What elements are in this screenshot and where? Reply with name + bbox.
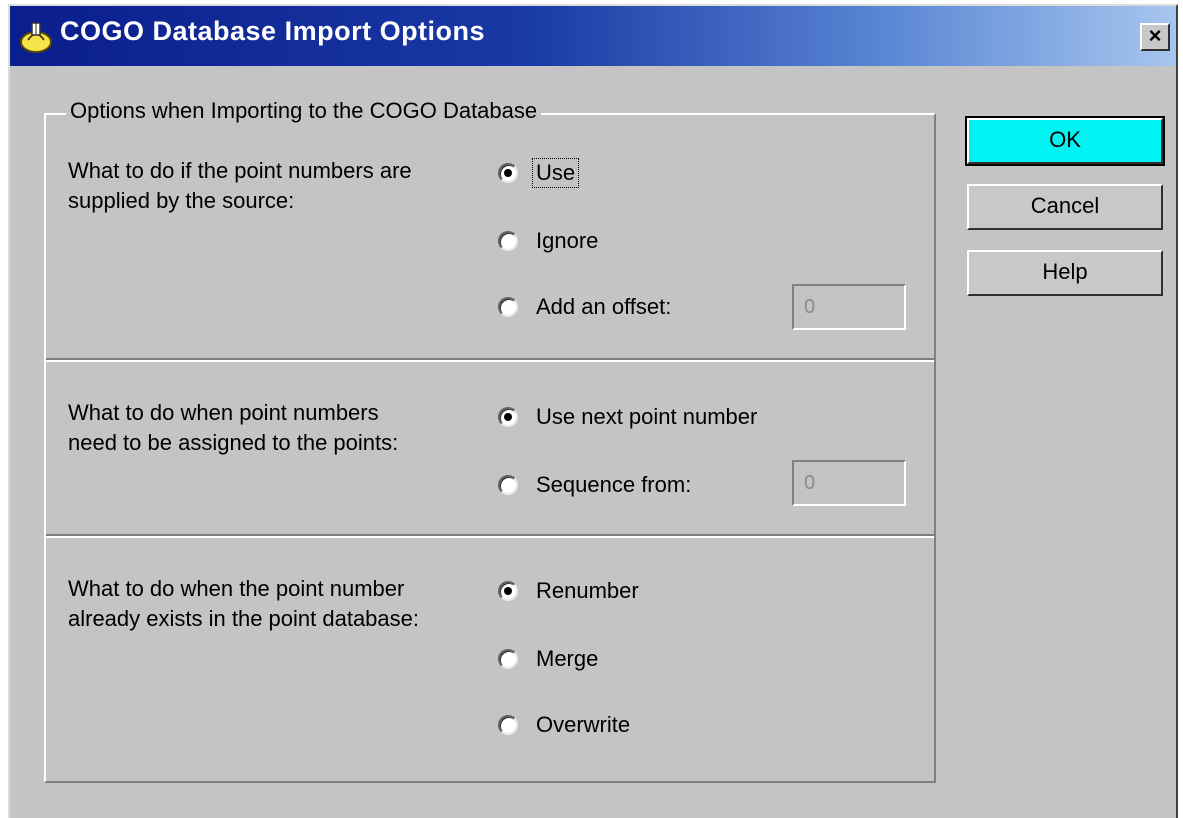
sequence-from-input[interactable]	[792, 460, 906, 506]
ok-button[interactable]: OK	[965, 116, 1165, 166]
radio-add-offset[interactable]: Add an offset:	[498, 294, 673, 320]
cogo-app-icon	[20, 22, 52, 53]
radio-label[interactable]: Use next point number	[534, 404, 759, 430]
radio-label[interactable]: Renumber	[534, 578, 641, 604]
radio-label[interactable]: Use	[531, 158, 580, 188]
radio-button[interactable]	[498, 649, 518, 669]
group-title: Options when Importing to the COGO Datab…	[66, 98, 542, 124]
radio-button[interactable]	[498, 407, 518, 427]
assign-numbers-question: What to do when point numbers need to be…	[68, 398, 398, 458]
radio-button[interactable]	[498, 231, 518, 251]
question-line: already exists in the point database:	[68, 606, 420, 631]
close-button[interactable]: ×	[1140, 23, 1170, 51]
radio-button[interactable]	[498, 715, 518, 735]
radio-renumber[interactable]: Renumber	[498, 578, 641, 604]
radio-label[interactable]: Add an offset:	[534, 294, 673, 320]
question-line: need to be assigned to the points:	[68, 430, 399, 455]
existing-number-question: What to do when the point number already…	[68, 574, 419, 634]
radio-use-next-point-number[interactable]: Use next point number	[498, 404, 759, 430]
help-button[interactable]: Help	[967, 250, 1163, 296]
question-line: What to do if the point numbers are	[68, 158, 412, 183]
radio-ignore[interactable]: Ignore	[498, 228, 600, 254]
cancel-button[interactable]: Cancel	[967, 184, 1163, 230]
offset-input[interactable]	[792, 284, 906, 330]
question-line: What to do when point numbers	[68, 400, 379, 425]
radio-merge[interactable]: Merge	[498, 646, 600, 672]
radio-overwrite[interactable]: Overwrite	[498, 712, 632, 738]
section-divider	[46, 358, 934, 362]
radio-label[interactable]: Merge	[534, 646, 600, 672]
radio-label[interactable]: Sequence from:	[534, 472, 693, 498]
radio-label[interactable]: Ignore	[534, 228, 600, 254]
import-options-dialog: COGO Database Import Options × Options w…	[8, 4, 1178, 818]
question-line: supplied by the source:	[68, 188, 295, 213]
dialog-title: COGO Database Import Options	[60, 16, 486, 46]
radio-button[interactable]	[498, 297, 518, 317]
radio-button[interactable]	[498, 475, 518, 495]
radio-label[interactable]: Overwrite	[534, 712, 632, 738]
question-line: What to do when the point number	[68, 576, 405, 601]
section-divider	[46, 534, 934, 538]
title-bar[interactable]: COGO Database Import Options ×	[10, 6, 1176, 66]
radio-button[interactable]	[498, 163, 518, 183]
supplied-numbers-question: What to do if the point numbers are supp…	[68, 156, 412, 216]
radio-button[interactable]	[498, 581, 518, 601]
radio-use[interactable]: Use	[498, 158, 580, 188]
radio-sequence-from[interactable]: Sequence from:	[498, 472, 693, 498]
